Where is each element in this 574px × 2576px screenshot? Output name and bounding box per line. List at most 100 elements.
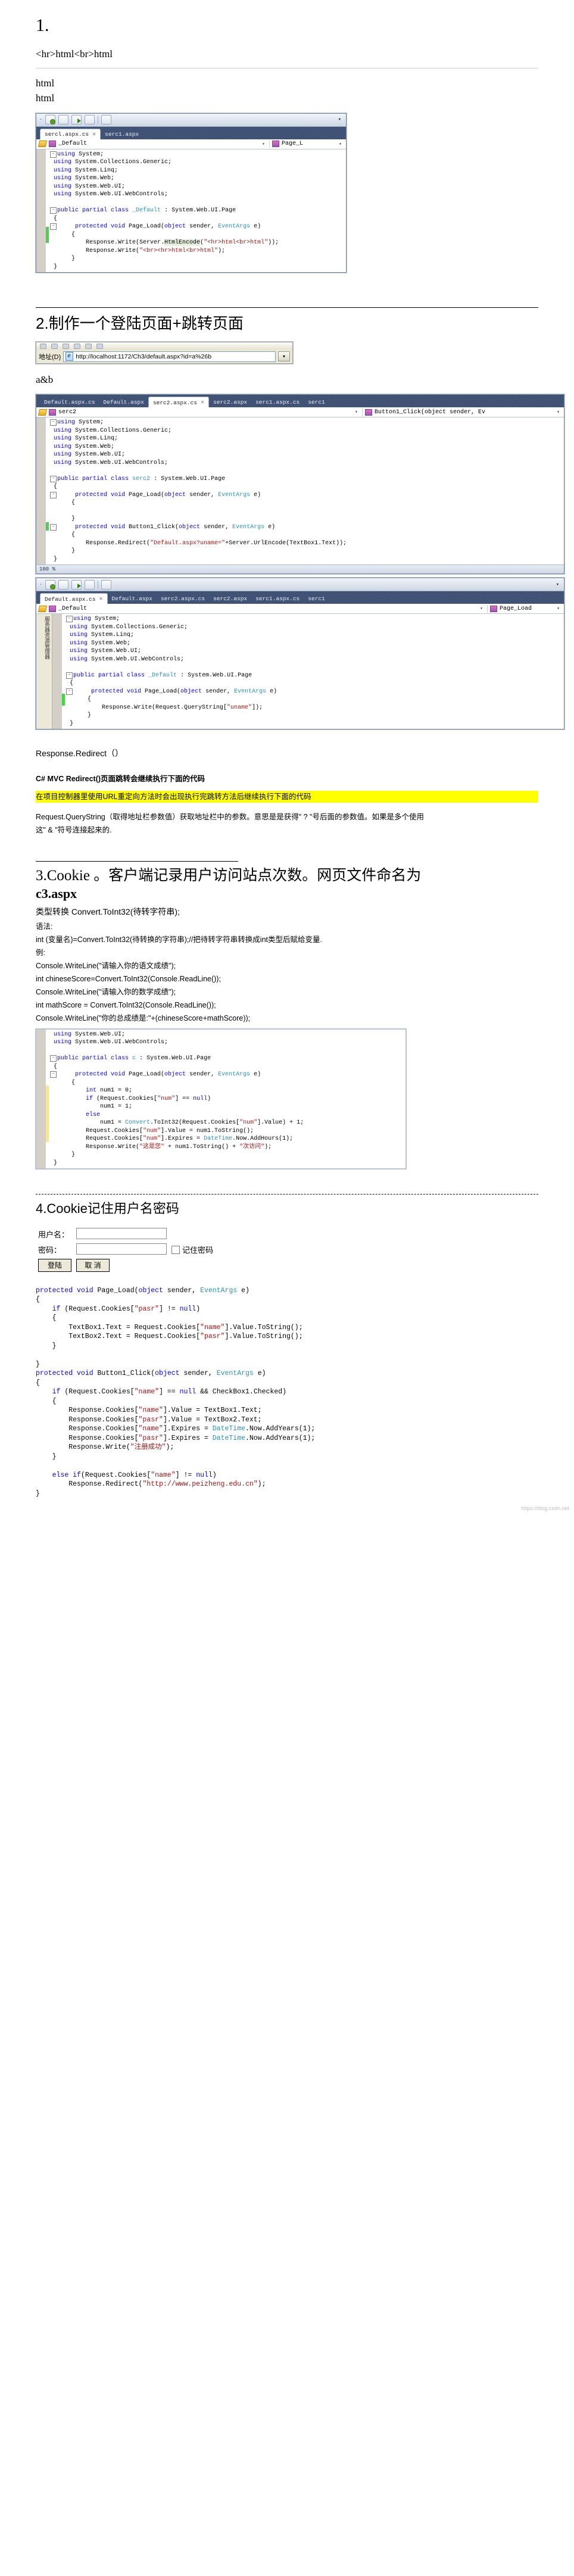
password-input[interactable]	[76, 1243, 167, 1255]
run-icon[interactable]	[71, 579, 82, 590]
tab-serc2-aspx[interactable]: serc2.aspx	[209, 594, 251, 604]
username-input-cell[interactable]	[74, 1227, 169, 1242]
undo-icon[interactable]	[58, 115, 69, 124]
tab-serc2-aspx-cs[interactable]: serc2.aspx.cs	[157, 594, 209, 604]
vs3-type-dropdown[interactable]: _Default ▾	[36, 604, 488, 613]
vs1-toolbar[interactable]: · ▾	[36, 113, 346, 127]
fold-toggle-icon[interactable]: -	[66, 688, 73, 695]
new-item-icon[interactable]	[45, 115, 56, 124]
login-button-cell[interactable]: 登陆	[36, 1258, 74, 1273]
vs4-code-editor[interactable]: using System.Web.UI; using System.Web.UI…	[36, 1029, 405, 1169]
forward-icon[interactable]	[51, 343, 58, 349]
vs2-code-editor[interactable]: - using System; using System.Collections.…	[36, 417, 564, 565]
close-icon[interactable]: ✕	[201, 399, 204, 406]
chevron-down-icon[interactable]: ▾	[557, 606, 561, 612]
tab-default-aspx[interactable]: Default.aspx	[99, 397, 148, 407]
ie-toolbar[interactable]	[36, 342, 292, 350]
vs1-navbar[interactable]: _Default ▾ Page_L ▾	[36, 139, 346, 149]
address-input[interactable]: http://localhost:1172/Ch3/default.aspx?i…	[63, 351, 276, 362]
vs1-member-dropdown[interactable]: Page_L ▾	[270, 140, 346, 148]
fold-toggle-icon[interactable]: -	[50, 223, 57, 230]
stop-icon[interactable]	[63, 343, 69, 349]
login-form[interactable]: 用户名： 密码： 记住密码 登陆 取 消	[36, 1227, 216, 1273]
new-item-icon[interactable]	[45, 579, 56, 590]
vs3-tabstrip[interactable]: Default.aspx.cs ✕ Default.aspx serc2.asp…	[36, 591, 564, 604]
tab-serc1-aspx[interactable]: serc1.aspx	[101, 129, 143, 139]
vs2-member-dropdown[interactable]: Button1_Click(object sender, Ev ▾	[363, 408, 564, 416]
chevron-down-icon[interactable]: ▾	[480, 606, 485, 612]
search-icon[interactable]	[96, 343, 103, 349]
wrench-icon[interactable]	[101, 579, 112, 590]
password-input-cell[interactable]	[74, 1242, 169, 1258]
chevron-down-icon[interactable]: ▾	[355, 409, 360, 415]
back-icon[interactable]	[40, 343, 46, 349]
vs1-tabstrip[interactable]: sercl.aspx.cs ✕ serc1.aspx	[36, 126, 346, 139]
vs1-code-text[interactable]: - using System; using System.Collections.…	[49, 149, 346, 273]
fold-toggle-icon[interactable]: -	[66, 672, 73, 679]
remember-checkbox[interactable]	[171, 1246, 180, 1255]
tab-serc1[interactable]: serc1	[304, 594, 329, 604]
tab-serc2-aspx[interactable]: serc2.aspx	[209, 397, 251, 407]
fold-toggle-icon[interactable]: -	[50, 523, 57, 531]
copy-icon[interactable]	[85, 115, 95, 124]
tab-serc1-aspx-cs[interactable]: serc1.aspx.cs	[251, 397, 304, 407]
vs3-code-text[interactable]: - using System; using System.Collections.…	[65, 614, 564, 729]
fold-toggle-icon[interactable]: -	[50, 491, 57, 498]
vs3-toolbar[interactable]: · ▾	[36, 578, 564, 591]
copy-icon[interactable]	[85, 579, 95, 590]
tab-serc1[interactable]: serc1	[304, 397, 329, 407]
vs-window-3[interactable]: · ▾ Default.aspx.cs ✕ Default.aspx serc2…	[36, 578, 564, 729]
vs1-type-dropdown[interactable]: _Default ▾	[36, 140, 270, 148]
fold-toggle-icon[interactable]: -	[66, 616, 73, 622]
tab-serc2-aspx-cs[interactable]: serc2.aspx.cs ✕	[148, 397, 210, 407]
vs2-type-name: serc2	[58, 408, 77, 416]
form-row-buttons: 登陆 取 消	[36, 1258, 216, 1273]
tab-default-aspx[interactable]: Default.aspx	[108, 594, 157, 604]
server-explorer-tab[interactable]: 服务器资源管理器	[36, 614, 52, 729]
vs1-code-editor[interactable]: - using System; using System.Collections.…	[36, 149, 346, 273]
vs3-navbar[interactable]: _Default ▾ Page_Load ▾	[36, 604, 564, 614]
cancel-button[interactable]: 取 消	[76, 1258, 110, 1272]
toolbar-overflow-icon[interactable]: ▾	[556, 582, 561, 588]
vs2-status-bar: 100 %	[36, 565, 564, 573]
fold-toggle-icon[interactable]: -	[50, 419, 57, 426]
tab-default-aspx-cs[interactable]: Default.aspx.cs ✕	[40, 593, 108, 604]
ie-address-row[interactable]: 地址(D) http://localhost:1172/Ch3/default.…	[36, 350, 292, 363]
ie-address-bar[interactable]: 地址(D) http://localhost:1172/Ch3/default.…	[36, 341, 293, 364]
chevron-down-icon[interactable]: ▾	[339, 141, 344, 147]
vs2-type-dropdown[interactable]: serc2 ▾	[36, 408, 363, 416]
tab-label: sercl.aspx.cs	[45, 131, 89, 138]
wrench-icon[interactable]	[101, 115, 112, 124]
chevron-down-icon[interactable]: ▾	[262, 141, 267, 147]
home-icon[interactable]	[85, 343, 92, 349]
save-icon[interactable]	[58, 579, 69, 590]
vs3-code-editor[interactable]: 服务器资源管理器 - using System; using System.Col…	[36, 614, 564, 729]
close-icon[interactable]: ✕	[92, 131, 96, 138]
fold-toggle-icon[interactable]: -	[50, 1055, 57, 1062]
username-input[interactable]	[76, 1227, 167, 1239]
go-button[interactable]: ▾	[278, 351, 290, 361]
login-button[interactable]: 登陆	[38, 1258, 71, 1272]
toolbar-overflow-icon[interactable]: ▾	[338, 117, 343, 123]
tab-default-aspx-cs[interactable]: Default.aspx.cs	[40, 397, 99, 407]
fold-toggle-icon[interactable]: -	[50, 1071, 57, 1078]
tab-serc1-aspx-cs[interactable]: serc1.aspx.cs	[251, 594, 304, 604]
vs4-code-text[interactable]: using System.Web.UI; using System.Web.UI…	[49, 1030, 405, 1169]
vs-window-1[interactable]: · ▾ sercl.aspx.cs ✕ serc1.aspx _Default …	[36, 113, 347, 273]
tab-sercl-aspx-cs[interactable]: sercl.aspx.cs ✕	[40, 128, 101, 139]
fold-toggle-icon[interactable]: -	[50, 475, 57, 482]
vs2-navbar[interactable]: serc2 ▾ Button1_Click(object sender, Ev …	[36, 407, 564, 417]
fold-toggle-icon[interactable]: -	[50, 151, 57, 158]
vs-window-4[interactable]: using System.Web.UI; using System.Web.UI…	[36, 1028, 406, 1170]
vs-window-2[interactable]: Default.aspx.cs Default.aspx serc2.aspx.…	[36, 394, 564, 574]
vs2-code-text[interactable]: - using System; using System.Collections.…	[49, 417, 564, 565]
remember-cell[interactable]: 记住密码	[169, 1242, 216, 1258]
fold-toggle-icon[interactable]: -	[50, 207, 57, 214]
chevron-down-icon[interactable]: ▾	[557, 409, 561, 415]
cancel-button-cell[interactable]: 取 消	[74, 1258, 169, 1273]
vs2-tabstrip[interactable]: Default.aspx.cs Default.aspx serc2.aspx.…	[36, 395, 564, 407]
refresh-icon[interactable]	[74, 343, 80, 349]
run-icon[interactable]	[71, 115, 82, 124]
close-icon[interactable]: ✕	[99, 595, 103, 603]
vs3-member-dropdown[interactable]: Page_Load ▾	[488, 605, 564, 613]
